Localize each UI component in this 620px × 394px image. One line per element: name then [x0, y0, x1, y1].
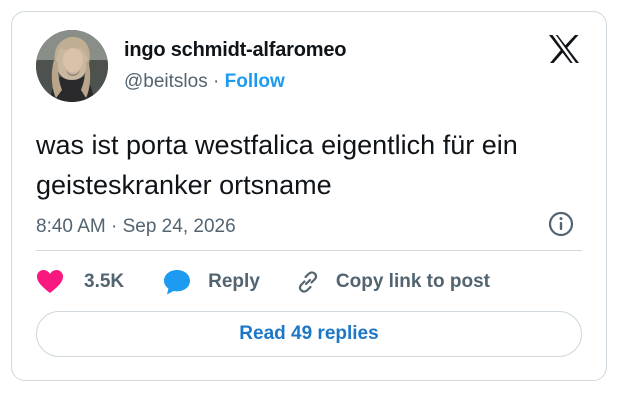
reply-button[interactable]: Reply	[162, 268, 260, 296]
follow-button[interactable]: Follow	[225, 71, 285, 92]
info-icon[interactable]	[546, 209, 576, 239]
separator-dot: ·	[213, 71, 220, 92]
author-meta-row: @beitslos · Follow	[124, 71, 285, 93]
tweet-text: was ist porta westfalica eigentlich für …	[36, 130, 518, 200]
author-display-name[interactable]: ingo schmidt-alfaromeo	[124, 39, 346, 62]
avatar[interactable]	[36, 30, 108, 102]
like-count: 3.5K	[84, 271, 125, 292]
tweet-card: ingo schmidt-alfaromeo @beitslos · Follo…	[11, 11, 607, 381]
avatar-image	[36, 30, 108, 102]
actions-bar: 3.5K Reply Copy link to post	[36, 266, 490, 298]
tweet-timestamp[interactable]: 8:40 AM · Sep 24, 2026	[36, 216, 236, 238]
copy-link-label: Copy link to post	[335, 271, 490, 292]
copy-link-button[interactable]: Copy link to post	[294, 268, 490, 296]
read-replies-button[interactable]: Read 49 replies	[36, 311, 582, 357]
reply-label: Reply	[208, 271, 260, 292]
like-button[interactable]: 3.5K	[36, 269, 124, 295]
author-handle[interactable]: @beitslos	[124, 71, 208, 92]
x-logo-icon[interactable]	[548, 34, 580, 64]
link-icon	[294, 268, 322, 296]
divider	[36, 250, 582, 251]
heart-icon	[36, 269, 64, 295]
speech-bubble-icon	[162, 268, 192, 296]
